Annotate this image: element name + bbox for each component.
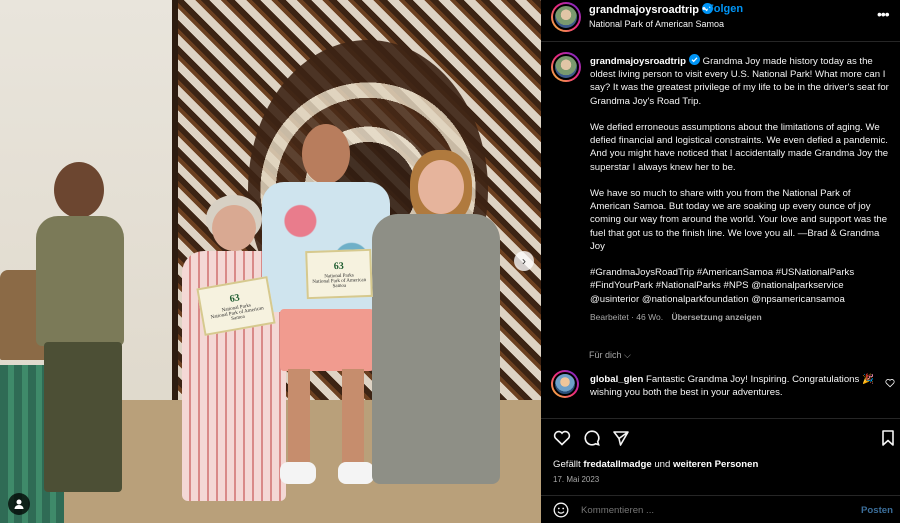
paper-plane-icon <box>613 431 629 446</box>
caption-username[interactable]: grandmajoysroadtrip <box>590 56 686 67</box>
comment-input[interactable] <box>581 505 831 516</box>
save-button[interactable] <box>879 429 897 447</box>
tagged-users-button[interactable] <box>8 493 30 515</box>
caption-text: grandmajoysroadtrip Grandma Joy made his… <box>590 54 892 324</box>
comment-like-icon[interactable] <box>885 378 895 388</box>
more-options-icon[interactable]: ••• <box>877 6 890 22</box>
comment-username[interactable]: global_glen <box>590 374 643 385</box>
woman-in-gray-dress <box>372 150 502 500</box>
share-button[interactable] <box>612 429 630 447</box>
caption-paragraph-2: We defied erroneous assumptions about th… <box>590 122 889 173</box>
action-bar: Gefällt fredatallmadge und weiteren Pers… <box>541 418 900 523</box>
location-link[interactable]: National Park of American Samoa <box>589 19 724 29</box>
next-photo-button[interactable]: › <box>514 251 534 271</box>
header-username[interactable]: grandmajoysroadtrip <box>589 3 714 16</box>
caption-avatar[interactable] <box>551 52 581 82</box>
likes-user-link[interactable]: fredatallmadge <box>583 459 651 470</box>
follow-button[interactable]: Folgen <box>707 3 743 15</box>
avatar[interactable] <box>551 2 581 32</box>
post-header: grandmajoysroadtrip • Folgen National Pa… <box>541 0 900 42</box>
comment-button[interactable] <box>583 429 601 447</box>
emoji-icon[interactable] <box>553 502 569 518</box>
caption-meta: Bearbeitet · 46 Wo. Übersetzung anzeigen <box>590 311 892 324</box>
user-icon <box>14 499 24 509</box>
post-comment-button[interactable]: Posten <box>861 505 893 516</box>
post-sidebar: grandmajoysroadtrip • Folgen National Pa… <box>541 0 900 523</box>
post-photo[interactable]: 63 National Parks National Park of Ameri… <box>0 0 541 523</box>
post-date[interactable]: 17. Mai 2023 <box>553 475 599 484</box>
heart-icon <box>553 430 571 446</box>
bookmark-icon <box>882 430 894 446</box>
translate-link[interactable]: Übersetzung anzeigen <box>671 312 761 322</box>
likes-others-link[interactable]: weiteren Personen <box>673 459 758 470</box>
likes-summary: Gefällt fredatallmadge und weiteren Pers… <box>553 459 759 470</box>
edited-timestamp: Bearbeitet · 46 Wo. <box>590 312 664 322</box>
caption-hashtags[interactable]: #GrandmaJoysRoadTrip #AmericanSamoa #USN… <box>590 266 892 306</box>
ranger <box>36 162 186 522</box>
separator-dot: • <box>702 3 706 15</box>
comment-bar: Posten <box>541 495 900 523</box>
for-you-dropdown[interactable]: Für dich ⌵ <box>589 350 631 361</box>
comment-avatar[interactable] <box>551 370 579 398</box>
comment-text: global_glen Fantastic Grandma Joy! Inspi… <box>590 373 880 399</box>
chevron-right-icon: › <box>522 254 526 268</box>
speech-bubble-icon <box>584 430 600 446</box>
like-button[interactable] <box>553 429 571 447</box>
certificate-right: 63 National Parks National Park of Ameri… <box>305 248 373 300</box>
verified-badge-icon <box>688 54 700 65</box>
caption-paragraph-3: We have so much to share with you from t… <box>590 188 888 252</box>
